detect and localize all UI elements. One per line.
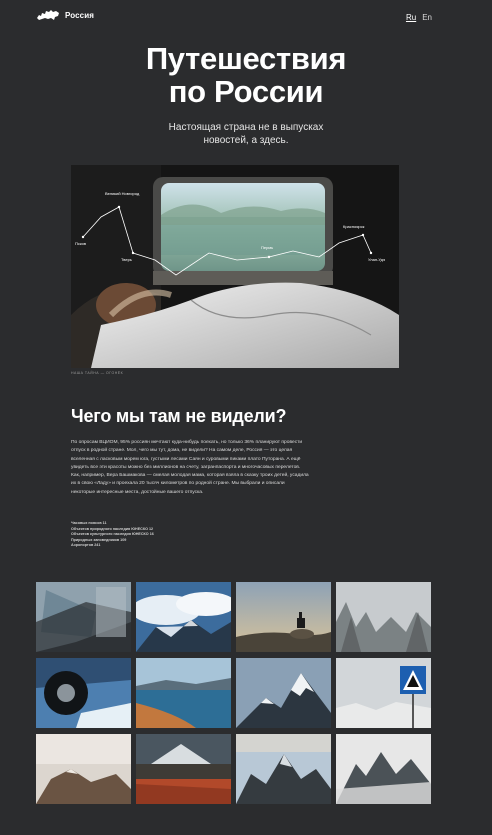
gallery-tile-lake-shore[interactable]	[136, 658, 231, 728]
title-line-1: Путешествия	[145, 41, 347, 76]
page-title: Путешествия по России	[0, 42, 492, 108]
gallery-tile-train-window[interactable]	[36, 582, 131, 652]
top-bar: Россия Ru En	[0, 0, 492, 36]
gallery-tile-volcano-fog[interactable]	[36, 734, 131, 804]
gallery-tile-dog-on-hill[interactable]	[236, 582, 331, 652]
gallery-tile-rocky-ridge[interactable]	[236, 734, 331, 804]
gallery-tile-car-wheel[interactable]	[36, 658, 131, 728]
gallery-tile-volcano-field[interactable]	[136, 734, 231, 804]
route-label: Псков	[75, 241, 86, 246]
section-text: По опросам ВЦИОМ, 95% россиян мечтают ку…	[71, 440, 309, 495]
photo-gallery	[36, 582, 432, 804]
route-label: Великий Новгород	[105, 191, 140, 196]
stats-list: Часовых поясов 11 Объектов природного на…	[71, 521, 271, 549]
language-switcher: Ru En	[406, 13, 432, 22]
lang-ru-link[interactable]: Ru	[406, 13, 416, 22]
gallery-tile-misty-peaks[interactable]	[336, 734, 431, 804]
gallery-tile-clouds-mountains[interactable]	[136, 582, 231, 652]
section-title: Чего мы там не видели?	[71, 406, 287, 426]
stat-item: Аэропортов 241	[71, 543, 101, 547]
gallery-tile-snowy-peak[interactable]	[236, 658, 331, 728]
logo-text: Россия	[65, 10, 95, 20]
logo[interactable]: Россия	[36, 9, 94, 21]
route-label: Пермь	[261, 245, 273, 250]
title-line-2: по России	[168, 74, 324, 109]
gallery-tile-road-sign[interactable]	[336, 658, 431, 728]
gallery-tile-foggy-forest[interactable]	[336, 582, 431, 652]
lang-en-link[interactable]: En	[422, 13, 432, 22]
route-label: Улан-Удэ	[368, 257, 385, 262]
photo-caption: Наша Тайна — Огонёк	[71, 371, 124, 375]
hero-photo[interactable]: Великий Новгород Псков Тверь Пермь Красн…	[71, 165, 399, 368]
page-subtitle: Настоящая страна не в выпусках новостей,…	[168, 122, 324, 146]
russia-map-icon	[37, 10, 59, 20]
route-label: Тверь	[121, 257, 132, 262]
route-label: Красноярск	[343, 224, 365, 229]
